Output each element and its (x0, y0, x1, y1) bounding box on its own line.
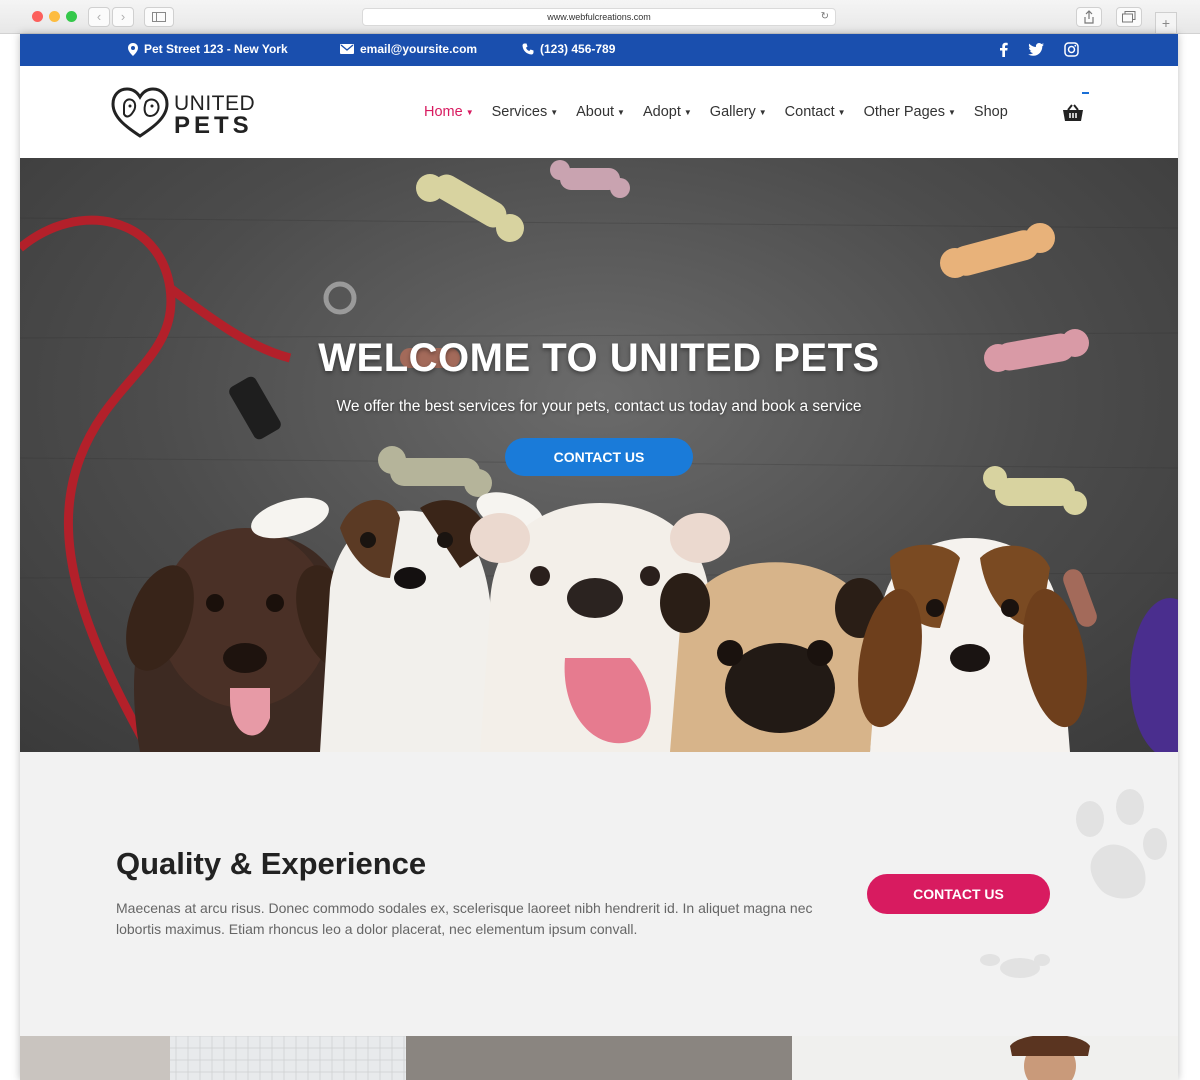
facebook-icon (999, 42, 1008, 57)
maximize-window-button[interactable] (66, 11, 77, 22)
logo-text-pets: PETS (174, 112, 253, 139)
paw-decoration-small-icon (980, 954, 1050, 978)
cart-button[interactable] (1062, 104, 1084, 122)
email-item[interactable]: email@yoursite.com (340, 42, 477, 56)
caret-down-icon: ▼ (758, 107, 767, 117)
nav-label: Other Pages (863, 104, 945, 120)
nav-label: Gallery (709, 104, 756, 120)
nav-item-services[interactable]: Services ▼ (492, 104, 559, 120)
quality-title: Quality & Experience (116, 846, 427, 881)
puppies-group (126, 492, 1087, 752)
back-button[interactable]: ‹ (88, 7, 110, 27)
nav-item-about[interactable]: About ▼ (576, 104, 625, 120)
instagram-link[interactable] (1063, 41, 1079, 57)
caret-down-icon: ▼ (947, 107, 956, 117)
instagram-icon (1063, 41, 1079, 57)
caret-down-icon: ▼ (683, 107, 692, 117)
close-window-button[interactable] (32, 11, 43, 22)
share-button[interactable] (1076, 7, 1102, 27)
nav-label: About (576, 104, 615, 120)
forward-button[interactable]: › (112, 7, 134, 27)
quality-contact-button[interactable]: CONTACT US (867, 874, 1050, 914)
address-bar[interactable]: www.webfulcreations.com ↻ (362, 8, 836, 26)
main-navigation: Home ▼ Services ▼ About ▼ Adopt ▼ Gallery ▼ C… (424, 104, 1026, 120)
sidebar-icon (152, 12, 166, 22)
minimize-window-button[interactable] (49, 11, 60, 22)
paw-decoration-icon (1076, 789, 1167, 899)
map-pin-icon (128, 42, 138, 56)
browser-chrome: ‹ › www.webfulcreations.com ↻ + (0, 0, 1200, 34)
envelope-icon (340, 44, 354, 54)
sidebar-toggle-button[interactable] (144, 7, 174, 27)
web-page: Pet Street 123 - New York email@yoursite… (20, 34, 1178, 1080)
hero-subtitle: We offer the best services for your pets… (336, 398, 862, 415)
nav-item-gallery[interactable]: Gallery ▼ (710, 104, 767, 120)
new-tab-button[interactable]: + (1155, 12, 1177, 34)
nav-label: Home (424, 104, 463, 120)
share-icon (1084, 10, 1094, 24)
tabs-icon (1122, 11, 1136, 23)
caret-down-icon: ▼ (617, 107, 625, 117)
nav-label: Adopt (642, 104, 681, 120)
address-item: Pet Street 123 - New York (128, 42, 288, 56)
nav-item-other-pages[interactable]: Other Pages ▼ (864, 104, 956, 120)
reload-icon[interactable]: ↻ (821, 9, 829, 25)
twitter-icon (1028, 42, 1044, 56)
nav-item-home[interactable]: Home ▼ (424, 104, 474, 120)
hero-section: WELCOME TO UNITED PETS We offer the best… (20, 158, 1178, 752)
nav-item-contact[interactable]: Contact ▼ (785, 104, 846, 120)
site-header: UNITED PETS Home ▼ Services ▼ About ▼ Adopt… (20, 66, 1178, 158)
caret-down-icon: ▼ (550, 107, 559, 117)
shopping-basket-icon (1063, 104, 1083, 121)
bottom-image-strip (20, 1036, 1178, 1080)
top-info-bar: Pet Street 123 - New York email@yoursite… (20, 34, 1178, 66)
caret-down-icon: ▼ (837, 107, 846, 117)
tabs-overview-button[interactable] (1116, 7, 1142, 27)
nav-item-adopt[interactable]: Adopt ▼ (643, 104, 692, 120)
url-text: www.webfulcreations.com (547, 12, 651, 22)
hero-title: WELCOME TO UNITED PETS (318, 336, 880, 380)
address-text: Pet Street 123 - New York (144, 42, 288, 56)
phone-icon (522, 43, 534, 55)
nav-label: Services (491, 104, 548, 120)
caret-down-icon: ▼ (465, 107, 474, 117)
quality-description: Maecenas at arcu risus. Donec commodo so… (116, 900, 813, 937)
nav-label: Contact (784, 104, 835, 120)
phone-item[interactable]: (123) 456-789 (522, 42, 615, 56)
twitter-link[interactable] (1028, 41, 1044, 57)
nav-label: Shop (973, 104, 1008, 120)
facebook-link[interactable] (995, 41, 1011, 57)
site-logo[interactable]: UNITED PETS (110, 84, 270, 140)
email-text: email@yoursite.com (360, 42, 478, 56)
cart-count-badge (1082, 92, 1089, 94)
nav-item-shop[interactable]: Shop (974, 104, 1008, 120)
paw-heart-logo-icon (111, 87, 169, 138)
phone-text: (123) 456-789 (540, 42, 616, 56)
hero-contact-button[interactable]: CONTACT US (505, 438, 693, 476)
